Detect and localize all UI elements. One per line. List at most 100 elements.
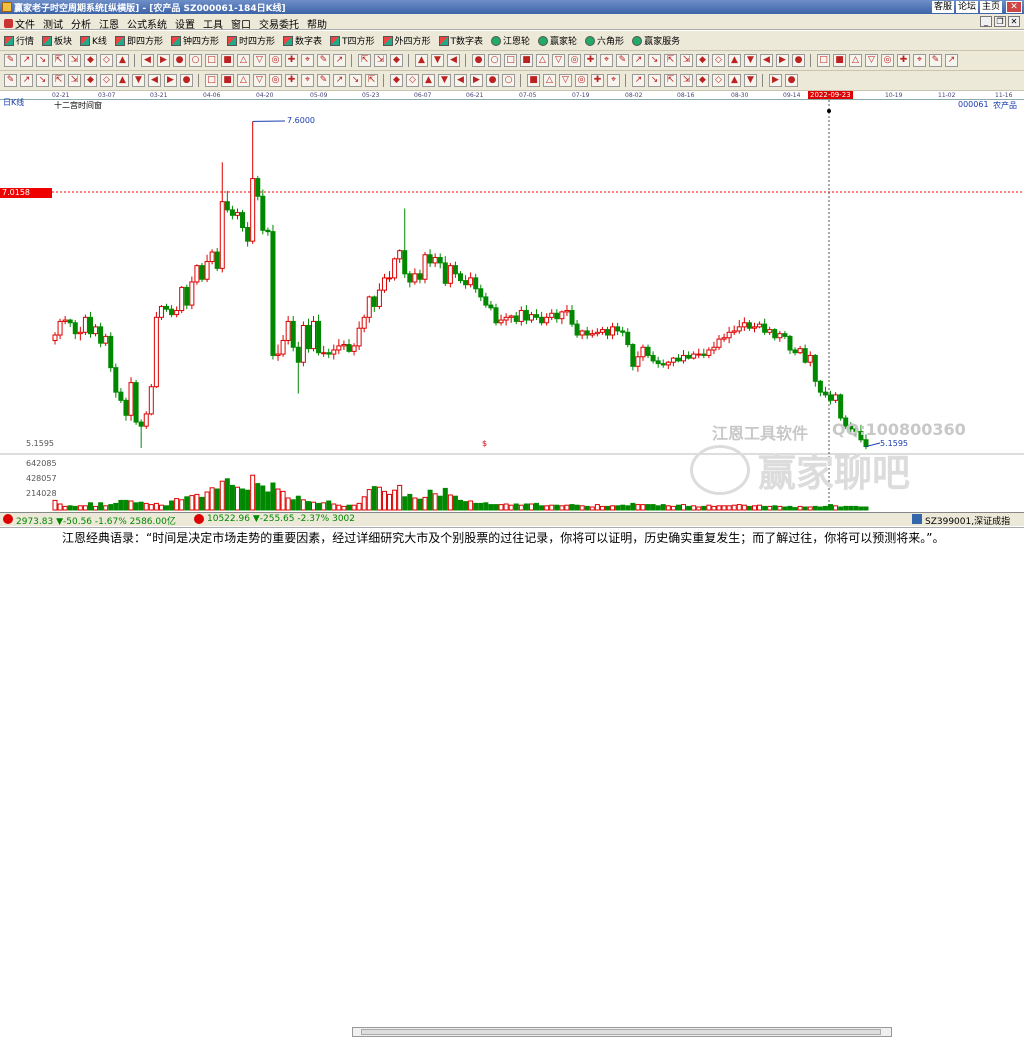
draw-tool-icon-41[interactable]: ↗ — [632, 54, 645, 67]
draw-tool-icon-61[interactable]: ↗ — [945, 54, 958, 67]
draw-tool-icon-32[interactable]: ○ — [488, 54, 501, 67]
analysis-tool-icon-21[interactable]: ↗ — [333, 74, 346, 87]
analysis-tool-icon-6[interactable]: ◇ — [100, 74, 113, 87]
menu-trade[interactable]: 交易委托 — [259, 16, 299, 31]
close-icon[interactable]: ✕ — [1006, 1, 1022, 13]
draw-tool-icon-23[interactable]: ⇱ — [358, 54, 371, 67]
analysis-tool-icon-20[interactable]: ✎ — [317, 74, 330, 87]
menu-analysis[interactable]: 分析 — [71, 16, 91, 31]
draw-tool-icon-44[interactable]: ⇲ — [680, 54, 693, 67]
draw-tool-icon-9[interactable]: ◀ — [141, 54, 154, 67]
draw-tool-icon-20[interactable]: ✎ — [317, 54, 330, 67]
analysis-tool-icon-29[interactable]: ◀ — [454, 74, 467, 87]
analysis-tool-icon-45[interactable]: ◆ — [696, 74, 709, 87]
close-child-icon[interactable]: ✕ — [1008, 16, 1020, 27]
draw-tool-icon-15[interactable]: △ — [237, 54, 250, 67]
draw-tool-icon-17[interactable]: ◎ — [269, 54, 282, 67]
market-icon[interactable] — [3, 514, 13, 524]
toolbar-btn-1[interactable]: 板块 — [42, 34, 72, 47]
analysis-tool-icon-18[interactable]: ✚ — [285, 74, 298, 87]
menu-settings[interactable]: 设置 — [175, 16, 195, 31]
home-link[interactable]: 主页 — [980, 1, 1002, 13]
analysis-tool-icon-37[interactable]: ◎ — [575, 74, 588, 87]
draw-tool-icon-25[interactable]: ◆ — [390, 54, 403, 67]
toolbar-btn-7[interactable]: T四方形 — [330, 34, 375, 47]
draw-tool-icon-16[interactable]: ▽ — [253, 54, 266, 67]
market-icon-2[interactable] — [194, 514, 204, 524]
analysis-tool-icon-27[interactable]: ▲ — [422, 74, 435, 87]
draw-tool-icon-33[interactable]: □ — [504, 54, 517, 67]
restore-icon[interactable]: ❐ — [994, 16, 1006, 27]
draw-tool-icon-55[interactable]: △ — [849, 54, 862, 67]
analysis-tool-icon-39[interactable]: ⌖ — [607, 74, 620, 87]
analysis-tool-icon-36[interactable]: ▽ — [559, 74, 572, 87]
analysis-tool-icon-31[interactable]: ● — [486, 74, 499, 87]
analysis-tool-icon-44[interactable]: ⇲ — [680, 74, 693, 87]
draw-tool-icon-40[interactable]: ✎ — [616, 54, 629, 67]
draw-tool-icon-43[interactable]: ⇱ — [664, 54, 677, 67]
analysis-tool-icon-26[interactable]: ◇ — [406, 74, 419, 87]
toolbar-btn-4[interactable]: 钟四方形 — [171, 34, 219, 47]
toolbar-btn-12[interactable]: 六角形 — [585, 34, 624, 47]
analysis-tool-icon-16[interactable]: ▽ — [253, 74, 266, 87]
draw-tool-icon-39[interactable]: ⌖ — [600, 54, 613, 67]
draw-tool-icon-7[interactable]: ▲ — [116, 54, 129, 67]
draw-tool-icon-19[interactable]: ⌖ — [301, 54, 314, 67]
draw-tool-icon-2[interactable]: ↘ — [36, 54, 49, 67]
analysis-tool-icon-13[interactable]: □ — [205, 74, 218, 87]
draw-tool-icon-46[interactable]: ◇ — [712, 54, 725, 67]
draw-tool-icon-12[interactable]: ○ — [189, 54, 202, 67]
analysis-tool-icon-2[interactable]: ↘ — [36, 74, 49, 87]
analysis-tool-icon-51[interactable]: ● — [785, 74, 798, 87]
toolbar-btn-2[interactable]: K线 — [80, 34, 107, 47]
menu-formula[interactable]: 公式系统 — [127, 16, 167, 31]
draw-tool-icon-37[interactable]: ◎ — [568, 54, 581, 67]
draw-tool-icon-45[interactable]: ◆ — [696, 54, 709, 67]
draw-tool-icon-36[interactable]: ▽ — [552, 54, 565, 67]
analysis-tool-icon-5[interactable]: ◆ — [84, 74, 97, 87]
toolbar-btn-5[interactable]: 时四方形 — [227, 34, 275, 47]
toolbar-btn-11[interactable]: 赢家轮 — [538, 34, 577, 47]
draw-tool-icon-6[interactable]: ◇ — [100, 54, 113, 67]
minimize-icon[interactable]: _ — [980, 16, 992, 27]
analysis-tool-icon-17[interactable]: ◎ — [269, 74, 282, 87]
draw-tool-icon-5[interactable]: ◆ — [84, 54, 97, 67]
toolbar-btn-3[interactable]: 即四方形 — [115, 34, 163, 47]
draw-tool-icon-1[interactable]: ↗ — [20, 54, 33, 67]
analysis-tool-icon-46[interactable]: ◇ — [712, 74, 725, 87]
draw-tool-icon-60[interactable]: ✎ — [929, 54, 942, 67]
toolbar-btn-9[interactable]: T数字表 — [439, 34, 484, 47]
draw-tool-icon-59[interactable]: ⌖ — [913, 54, 926, 67]
service-link[interactable]: 客服 — [932, 1, 954, 13]
draw-tool-icon-24[interactable]: ⇲ — [374, 54, 387, 67]
draw-tool-icon-14[interactable]: ■ — [221, 54, 234, 67]
draw-tool-icon-53[interactable]: □ — [817, 54, 830, 67]
draw-tool-icon-3[interactable]: ⇱ — [52, 54, 65, 67]
draw-tool-icon-57[interactable]: ◎ — [881, 54, 894, 67]
draw-tool-icon-29[interactable]: ◀ — [447, 54, 460, 67]
scroll-thumb[interactable] — [361, 1029, 881, 1035]
analysis-tool-icon-32[interactable]: ○ — [502, 74, 515, 87]
draw-tool-icon-58[interactable]: ✚ — [897, 54, 910, 67]
analysis-tool-icon-28[interactable]: ▼ — [438, 74, 451, 87]
draw-tool-icon-11[interactable]: ● — [173, 54, 186, 67]
analysis-tool-icon-9[interactable]: ◀ — [148, 74, 161, 87]
analysis-tool-icon-22[interactable]: ↘ — [349, 74, 362, 87]
draw-tool-icon-21[interactable]: ↗ — [333, 54, 346, 67]
draw-tool-icon-51[interactable]: ● — [792, 54, 805, 67]
draw-tool-icon-47[interactable]: ▲ — [728, 54, 741, 67]
index-icon[interactable] — [912, 514, 922, 524]
analysis-tool-icon-11[interactable]: ● — [180, 74, 193, 87]
analysis-tool-icon-34[interactable]: ■ — [527, 74, 540, 87]
draw-tool-icon-49[interactable]: ◀ — [760, 54, 773, 67]
draw-tool-icon-13[interactable]: □ — [205, 54, 218, 67]
draw-tool-icon-56[interactable]: ▽ — [865, 54, 878, 67]
toolbar-btn-0[interactable]: 行情 — [4, 34, 34, 47]
analysis-tool-icon-43[interactable]: ⇱ — [664, 74, 677, 87]
toolbar-btn-8[interactable]: 外四方形 — [383, 34, 431, 47]
draw-tool-icon-10[interactable]: ▶ — [157, 54, 170, 67]
forum-link[interactable]: 论坛 — [956, 1, 978, 13]
draw-tool-icon-34[interactable]: ■ — [520, 54, 533, 67]
menu-gann[interactable]: 江恩 — [99, 16, 119, 31]
analysis-tool-icon-3[interactable]: ⇱ — [52, 74, 65, 87]
